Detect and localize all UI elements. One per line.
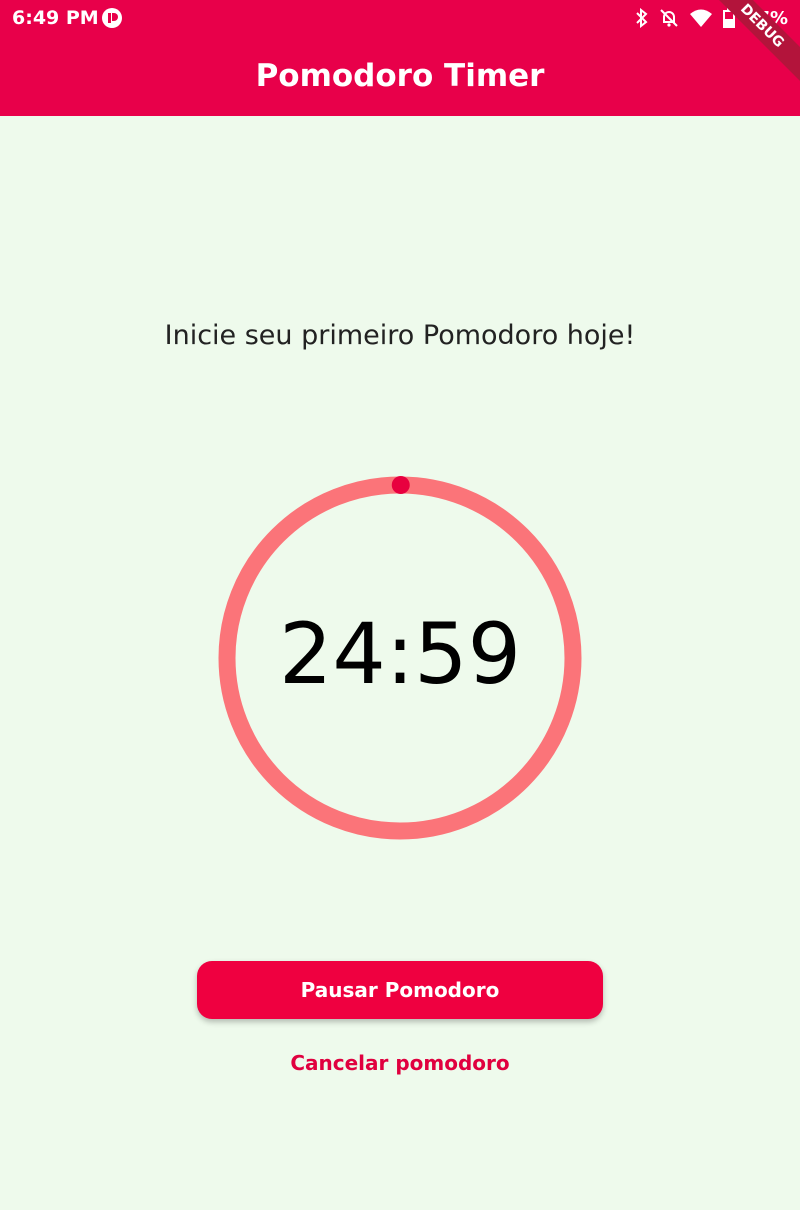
timer-display: 24:59 [278,605,522,703]
status-time: 6:49 PM [12,7,99,29]
notification-app-icon [102,8,122,28]
motivation-text: Inicie seu primeiro Pomodoro hoje! [164,320,636,351]
cancel-pomodoro-button[interactable]: Cancelar pomodoro [250,1045,550,1081]
notifications-off-icon [660,9,678,27]
timer-circle: 24:59 [218,476,582,840]
timer-progress-indicator [391,476,410,495]
page-title: Pomodoro Timer [255,58,545,94]
status-bar: 6:49 PM 47% [0,0,800,36]
pause-pomodoro-button[interactable]: Pausar Pomodoro [197,961,603,1019]
bluetooth-icon [636,8,648,28]
app-bar: 6:49 PM 47% Pomodoro [0,0,800,116]
wifi-icon [689,9,712,27]
